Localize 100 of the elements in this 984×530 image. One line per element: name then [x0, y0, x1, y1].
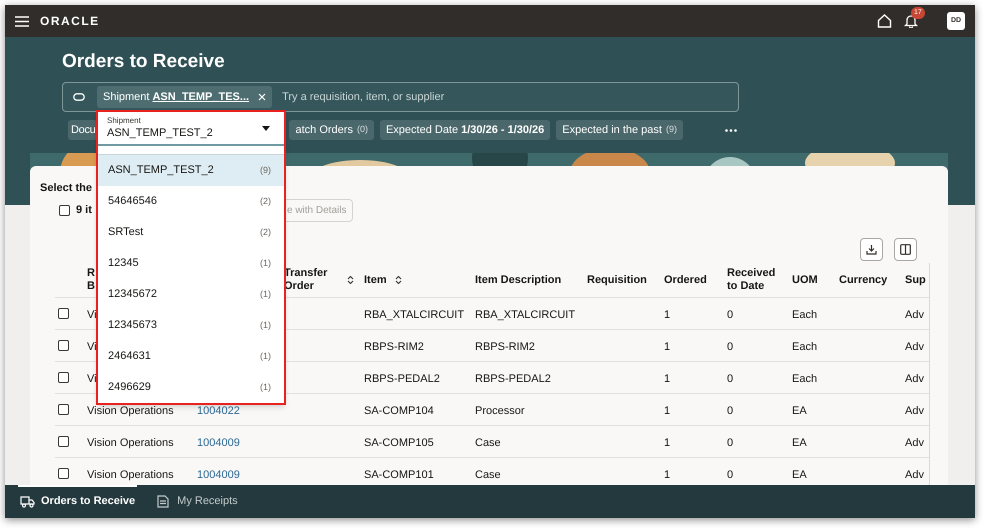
dropdown-option[interactable]: 54646546 (2)	[98, 186, 284, 217]
section-heading: Select the	[40, 182, 92, 194]
dropdown-option[interactable]: ASN_TEMP_TEST_2 (9)	[98, 155, 284, 186]
row-checkbox[interactable]	[58, 404, 69, 415]
dropdown-option[interactable]: 12345673 (1)	[98, 310, 284, 341]
table-cell: RBA_XTALCIRCUIT	[364, 308, 464, 320]
option-count: (1)	[260, 350, 271, 363]
nav-tab[interactable]: My Receipts	[155, 485, 240, 518]
chip-label: atch Orders	[295, 122, 353, 138]
chip-value: 1/30/26 - 1/30/26	[461, 122, 544, 138]
column-header[interactable]: Received to Date	[727, 267, 782, 293]
order-link[interactable]: 1004022	[197, 404, 240, 416]
table-cell: RBPS-PEDAL2	[475, 372, 551, 384]
field-value: ASN_TEMP_TEST_2	[107, 127, 213, 139]
menu-icon[interactable]	[15, 16, 29, 26]
option-count: (2)	[260, 194, 271, 208]
home-icon[interactable]	[877, 14, 892, 28]
filter-chip[interactable]: atch Orders (0)	[289, 120, 374, 140]
columns-icon	[900, 244, 911, 255]
table-cell: Processor	[475, 404, 525, 416]
brand-logo[interactable]: ORACLE	[40, 12, 100, 30]
table-cell: Case	[475, 468, 501, 480]
option-label: 2496629	[108, 380, 151, 396]
table-cell: SA-COMP104	[364, 404, 434, 416]
table-cell: EA	[792, 436, 807, 448]
table-cell: Vision Operations	[87, 468, 174, 480]
selection-label: 9 it	[76, 203, 92, 218]
filter-chip[interactable]: Shipment ASN_TEMP_TES...	[97, 86, 272, 108]
sort-icon[interactable]	[347, 275, 354, 285]
table-cell: 1	[664, 404, 670, 416]
option-count: (1)	[260, 318, 271, 332]
table-cell: EA	[792, 404, 807, 416]
chip-value: ASN_TEMP_TES...	[152, 90, 250, 105]
table-cell: 1	[664, 436, 670, 448]
table-cell: 0	[727, 436, 734, 448]
table-cell: Each	[792, 372, 818, 384]
download-icon	[866, 244, 877, 255]
option-label: 12345	[108, 256, 139, 272]
table-cell: Vi	[87, 340, 97, 352]
search-placeholder: Try a requisition, item, or supplier	[282, 90, 444, 105]
table-cell: Vi	[87, 308, 97, 320]
row-checkbox[interactable]	[58, 340, 69, 351]
columns-button[interactable]	[894, 238, 917, 261]
filter-chip[interactable]: Expected in the past (9)	[556, 120, 683, 140]
checkbox[interactable]	[59, 205, 70, 216]
dropdown-option[interactable]: 12345672 (1)	[98, 279, 284, 310]
column-header[interactable]: Ordered	[664, 274, 707, 286]
option-label: 12345673	[108, 318, 157, 334]
row-checkbox[interactable]	[58, 468, 69, 479]
table-cell: 0	[727, 372, 734, 384]
option-label: 12345672	[108, 287, 157, 302]
column-header[interactable]: Sup	[905, 274, 926, 286]
column-header[interactable]: Requisition	[587, 274, 647, 286]
table-cell: RBA_XTALCIRCUIT	[475, 308, 576, 320]
table-cell: Adv	[905, 340, 924, 352]
option-count: (9)	[260, 164, 271, 177]
column-header[interactable]: Item	[364, 274, 387, 286]
dropdown-option[interactable]: 2496629 (1)	[98, 372, 284, 403]
table-cell: 0	[727, 340, 734, 352]
table-cell: 1	[664, 340, 670, 352]
filter-chip[interactable]: Expected Date 1/30/26 - 1/30/26	[380, 120, 550, 140]
option-count: (1)	[260, 256, 271, 270]
bell-icon[interactable]	[904, 14, 918, 28]
column-header[interactable]: Currency	[839, 274, 888, 286]
document-icon	[157, 495, 170, 508]
dropdown-field[interactable]: Shipment ASN_TEMP_TEST_2	[98, 112, 284, 146]
chip-count: (0)	[356, 123, 368, 136]
table-cell: 0	[727, 308, 734, 320]
table-cell: RBPS-PEDAL2	[364, 372, 440, 384]
dropdown-option[interactable]: 2464631 (1)	[98, 341, 284, 372]
row-checkbox[interactable]	[58, 372, 69, 383]
table-cell: Adv	[905, 468, 924, 480]
dropdown-option[interactable]: SRTest (2)	[98, 217, 284, 248]
table-cell: Case	[475, 436, 501, 448]
table-cell: Each	[792, 308, 818, 320]
option-label: SRTest	[108, 225, 144, 240]
download-button[interactable]	[860, 238, 883, 261]
row-checkbox[interactable]	[58, 308, 69, 319]
order-link[interactable]: 1004009	[197, 468, 240, 480]
table-cell: Vision Operations	[87, 436, 174, 448]
column-header[interactable]: UOM	[792, 274, 818, 286]
sort-icon[interactable]	[394, 275, 402, 285]
dropdown-option[interactable]: 12345 (1)	[98, 248, 284, 279]
option-label: 54646546	[108, 194, 157, 210]
chip-label: Shipment	[103, 90, 150, 105]
table-cell: SA-COMP105	[364, 436, 434, 448]
table-cell: 0	[727, 468, 734, 480]
column-header[interactable]: R B	[87, 267, 96, 293]
table-cell: EA	[792, 468, 807, 480]
row-checkbox[interactable]	[58, 436, 69, 447]
option-label: ASN_TEMP_TEST_2	[108, 163, 214, 178]
more-icon[interactable]	[724, 128, 737, 132]
search-field[interactable]: Shipment ASN_TEMP_TES... Try a requisition, item, or supplier	[62, 82, 739, 112]
table-cell: Each	[792, 340, 818, 352]
option-count: (1)	[260, 380, 271, 394]
close-icon[interactable]	[258, 93, 266, 101]
order-link[interactable]: 1004009	[197, 436, 240, 448]
column-header[interactable]: Item Description	[475, 274, 562, 286]
chip-label: Expected in the past	[562, 122, 662, 138]
nav-tab[interactable]: Orders to Receive	[18, 485, 138, 518]
